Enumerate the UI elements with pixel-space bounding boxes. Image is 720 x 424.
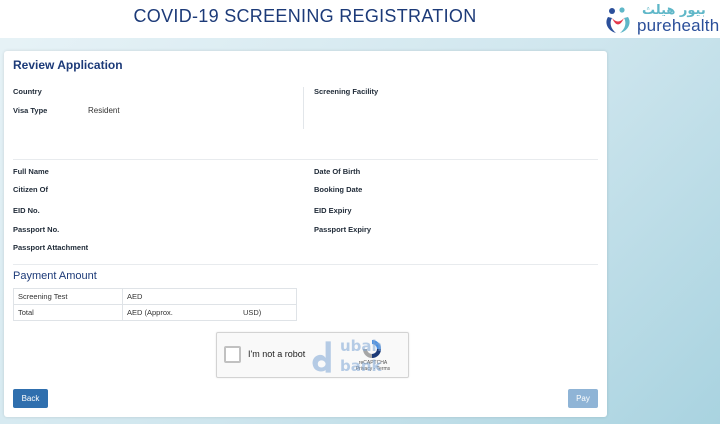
section-divider bbox=[13, 159, 598, 160]
visa-type-value: Resident bbox=[88, 106, 120, 115]
country-label: Country bbox=[13, 87, 42, 96]
table-row: Screening Test AED bbox=[13, 288, 297, 305]
recaptcha-label: I'm not a robot bbox=[248, 349, 306, 359]
screening-facility-label: Screening Facility bbox=[314, 87, 379, 96]
payment-row-label: Screening Test bbox=[13, 288, 123, 305]
passport-no-label: Passport No. bbox=[13, 225, 60, 234]
payment-row-extra bbox=[238, 288, 297, 305]
purehealth-logo-icon bbox=[606, 7, 630, 33]
passport-expiry-label: Passport Expiry bbox=[314, 225, 372, 234]
recaptcha-checkbox[interactable] bbox=[224, 346, 241, 363]
recaptcha-icon bbox=[363, 340, 381, 358]
passport-attachment-label: Passport Attachment bbox=[13, 243, 89, 252]
recaptcha-privacy-terms[interactable]: Privacy - Terms bbox=[353, 366, 393, 372]
payment-row-value: AED (Approx. bbox=[121, 304, 239, 321]
payment-row-value: AED bbox=[121, 288, 239, 305]
payment-table: Screening Test AED Total AED (Approx. US… bbox=[13, 288, 297, 321]
review-application-card: Review Application Country Visa Type Res… bbox=[4, 51, 607, 417]
eid-expiry-label: EID Expiry bbox=[314, 206, 352, 215]
back-button[interactable]: Back bbox=[13, 389, 48, 408]
recaptcha-widget: I'm not a robot reCAPTCHA Privacy - Term… bbox=[216, 332, 409, 378]
date-of-birth-label: Date Of Birth bbox=[314, 167, 361, 176]
review-application-heading: Review Application bbox=[13, 58, 123, 72]
payment-amount-heading: Payment Amount bbox=[13, 270, 97, 282]
payment-row-label: Total bbox=[13, 304, 123, 321]
payment-row-extra: USD) bbox=[238, 304, 297, 321]
column-divider bbox=[303, 87, 304, 129]
eid-no-label: EID No. bbox=[13, 206, 40, 215]
full-name-label: Full Name bbox=[13, 167, 49, 176]
recaptcha-brand: reCAPTCHA Privacy - Terms bbox=[353, 360, 393, 372]
visa-type-label: Visa Type bbox=[13, 106, 48, 115]
page-title: COVID-19 SCREENING REGISTRATION bbox=[133, 6, 477, 26]
logo-wordmark: purehealth bbox=[637, 16, 720, 35]
pay-button[interactable]: Pay bbox=[568, 389, 598, 408]
table-row: Total AED (Approx. USD) bbox=[13, 304, 297, 321]
page-header: COVID-19 SCREENING REGISTRATION بيور هيل… bbox=[0, 0, 720, 38]
booking-date-label: Booking Date bbox=[314, 185, 363, 194]
purehealth-logo: بيور هيلث purehealth bbox=[600, 2, 720, 36]
citizen-of-label: Citizen Of bbox=[13, 185, 48, 194]
section-divider bbox=[13, 264, 598, 265]
